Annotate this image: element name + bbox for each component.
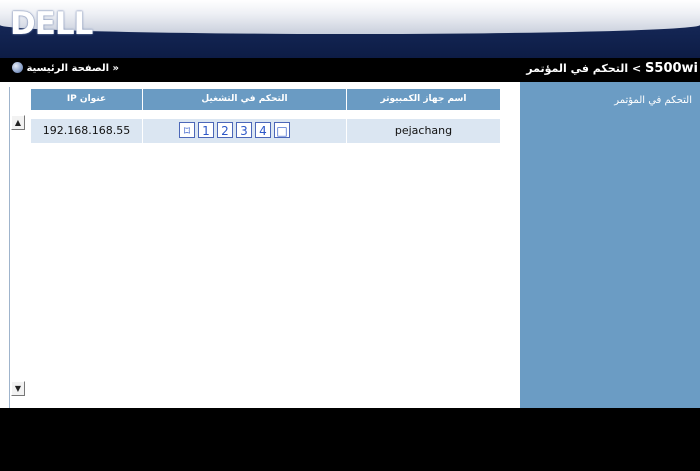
split-4-button[interactable]: 4 [255, 122, 271, 138]
breadcrumb-model: S500wi [645, 61, 698, 76]
scroll-up-arrow-icon[interactable]: ▲ [11, 115, 25, 130]
header-bar: DELL [0, 0, 700, 58]
footer-bar [0, 408, 700, 471]
presentation-controls: ⌑ 1 2 3 4 □ [179, 122, 290, 138]
breadcrumb: التحكم في المؤتمر < S500wi [526, 61, 698, 76]
home-globe-icon [12, 62, 23, 73]
table-cell-ip: 192.168.168.55 [31, 119, 142, 143]
split-2-button[interactable]: 2 [217, 122, 233, 138]
column-header-ip: عنوان IP [31, 89, 142, 110]
fullscreen-button[interactable]: ⌑ [179, 122, 195, 138]
side-panel: التحكم في المؤتمر [520, 82, 700, 408]
computer-table: عنوان IP التحكم في التشغيل اسم جهاز الكم… [9, 87, 500, 408]
column-header-computer: اسم جهاز الكمبيوتر [347, 89, 500, 110]
split-1-button[interactable]: 1 [198, 122, 214, 138]
breadcrumb-separator: < [631, 62, 642, 75]
column-header-control: التحكم في التشغيل [143, 89, 346, 110]
nav-bar: « الصفحة الرئيسية التحكم في المؤتمر < S5… [0, 58, 700, 82]
breadcrumb-current: التحكم في المؤتمر [526, 62, 629, 75]
scroll-down-arrow-icon[interactable]: ▼ [11, 381, 25, 396]
split-3-button[interactable]: 3 [236, 122, 252, 138]
header-sheen [0, 0, 700, 34]
table-cell-control: ⌑ 1 2 3 4 □ [143, 119, 346, 143]
stop-button[interactable]: □ [274, 122, 290, 138]
home-label: « الصفحة الرئيسية [26, 63, 119, 74]
table-cell-computer: pejachang [347, 119, 500, 143]
main-panel: عنوان IP التحكم في التشغيل اسم جهاز الكم… [0, 82, 700, 408]
side-panel-title: التحكم في المؤتمر [614, 95, 692, 106]
home-link[interactable]: « الصفحة الرئيسية [8, 62, 119, 74]
dell-logo: DELL [10, 6, 93, 42]
